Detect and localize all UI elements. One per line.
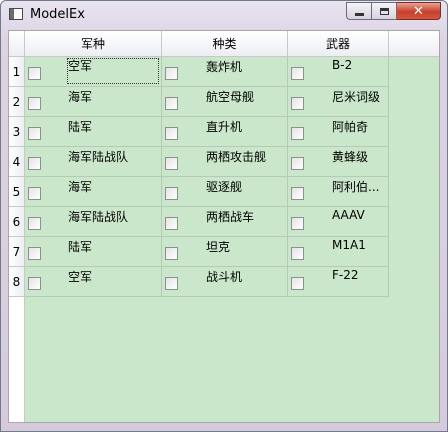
table-cell-weapon[interactable]: 尼米词级: [288, 87, 389, 117]
maximize-icon: [379, 7, 389, 15]
cell-text: 海军: [68, 180, 93, 194]
cell-text: 陆军: [68, 240, 93, 254]
table-cell-branch[interactable]: 空军: [25, 267, 162, 297]
table-cell-branch[interactable]: 陆军: [25, 237, 162, 267]
row-header[interactable]: 1: [9, 57, 25, 87]
close-icon: ✕: [413, 3, 424, 19]
cell-checkbox[interactable]: [165, 277, 178, 290]
cell-checkbox[interactable]: [28, 277, 41, 290]
cell-text: 坦克: [206, 240, 231, 254]
row-header[interactable]: 5: [9, 177, 25, 207]
column-header-type[interactable]: 种类: [162, 31, 288, 57]
cell-text: 航空母舰: [206, 90, 255, 104]
minimize-icon: [354, 12, 364, 16]
cell-text: 黄蜂级: [332, 150, 369, 164]
caption-buttons: ✕: [346, 2, 441, 20]
table-cell-type[interactable]: 直升机: [162, 117, 288, 147]
table-cell-branch[interactable]: 海军: [25, 177, 162, 207]
cell-text: 空军: [68, 270, 93, 284]
header-filler: [389, 31, 439, 57]
cell-text: 两栖攻击舰: [206, 150, 267, 164]
cell-checkbox[interactable]: [28, 67, 41, 80]
cell-text: AAAV: [332, 208, 365, 222]
close-button[interactable]: ✕: [397, 2, 441, 20]
table-view[interactable]: 军种 种类 武器 1 空军 轰炸机 B-2 2 海军 航空母舰 尼米词级 3 陆军 直升机 阿帕奇 4 海…: [8, 30, 440, 423]
cell-text: 海军: [68, 90, 93, 104]
cell-text: 战斗机: [206, 270, 243, 284]
cell-text: 空军: [66, 57, 160, 85]
cell-text: 轰炸机: [206, 60, 243, 74]
cell-checkbox[interactable]: [28, 157, 41, 170]
cell-checkbox[interactable]: [28, 97, 41, 110]
cell-checkbox[interactable]: [28, 217, 41, 230]
maximize-button[interactable]: [372, 2, 397, 20]
table-cell-type[interactable]: 坦克: [162, 237, 288, 267]
row-header[interactable]: 8: [9, 267, 25, 297]
cell-checkbox[interactable]: [291, 277, 304, 290]
table-cell-weapon[interactable]: F-22: [288, 267, 389, 297]
table-cell-branch[interactable]: 陆军: [25, 117, 162, 147]
cell-checkbox[interactable]: [28, 247, 41, 260]
cell-checkbox[interactable]: [165, 187, 178, 200]
cell-checkbox[interactable]: [165, 247, 178, 260]
main-window: ModelEx ✕ 军种 种类 武器 1 空军 轰炸机 B-2 2 海军 航空母舰 尼米词级 3…: [0, 0, 448, 432]
cell-checkbox[interactable]: [165, 127, 178, 140]
cell-text: 海军陆战队: [68, 210, 129, 224]
cell-text: 尼米词级: [332, 90, 381, 104]
table-cell-weapon[interactable]: B-2: [288, 57, 389, 87]
row-header-filler: [9, 297, 25, 422]
table-cell-type[interactable]: 战斗机: [162, 267, 288, 297]
table-cell-weapon[interactable]: 阿帕奇: [288, 117, 389, 147]
row-header[interactable]: 3: [9, 117, 25, 147]
title-bar[interactable]: ModelEx ✕: [1, 1, 447, 29]
minimize-button[interactable]: [346, 2, 372, 20]
cell-text: 两栖战车: [206, 210, 255, 224]
table-cell-type[interactable]: 两栖攻击舰: [162, 147, 288, 177]
row-header[interactable]: 2: [9, 87, 25, 117]
cell-text: 直升机: [206, 120, 243, 134]
cell-checkbox[interactable]: [291, 247, 304, 260]
table-cell-weapon[interactable]: 阿利伯...: [288, 177, 389, 207]
cell-checkbox[interactable]: [28, 127, 41, 140]
table-cell-type[interactable]: 轰炸机: [162, 57, 288, 87]
cell-checkbox[interactable]: [28, 187, 41, 200]
cell-checkbox[interactable]: [165, 217, 178, 230]
table-cell-type[interactable]: 两栖战车: [162, 207, 288, 237]
cell-checkbox[interactable]: [291, 67, 304, 80]
table-cell-type[interactable]: 航空母舰: [162, 87, 288, 117]
column-header-weapon[interactable]: 武器: [288, 31, 389, 57]
cell-text: M1A1: [332, 238, 366, 252]
cell-text: 海军陆战队: [68, 150, 129, 164]
table-cell-weapon[interactable]: AAAV: [288, 207, 389, 237]
cell-text: B-2: [332, 58, 353, 72]
table-cell-branch[interactable]: 海军: [25, 87, 162, 117]
cell-checkbox[interactable]: [291, 157, 304, 170]
cell-text: F-22: [332, 268, 359, 282]
cell-checkbox[interactable]: [165, 97, 178, 110]
table-cell-branch[interactable]: 空军: [25, 57, 162, 87]
cell-text: 驱逐舰: [206, 180, 243, 194]
app-window-icon: [9, 8, 23, 20]
cell-checkbox[interactable]: [291, 187, 304, 200]
cell-checkbox[interactable]: [291, 217, 304, 230]
table-cell-weapon[interactable]: M1A1: [288, 237, 389, 267]
row-header[interactable]: 6: [9, 207, 25, 237]
table-corner-button[interactable]: [9, 31, 25, 57]
row-header[interactable]: 7: [9, 237, 25, 267]
table-cell-branch[interactable]: 海军陆战队: [25, 147, 162, 177]
table-cell-type[interactable]: 驱逐舰: [162, 177, 288, 207]
cell-checkbox[interactable]: [291, 97, 304, 110]
cell-text: 阿利伯...: [332, 180, 380, 194]
cell-checkbox[interactable]: [165, 67, 178, 80]
cell-text: 阿帕奇: [332, 120, 369, 134]
table-cell-weapon[interactable]: 黄蜂级: [288, 147, 389, 177]
cell-text: 陆军: [68, 120, 93, 134]
row-header[interactable]: 4: [9, 147, 25, 177]
window-title: ModelEx: [30, 7, 85, 22]
table-cell-branch[interactable]: 海军陆战队: [25, 207, 162, 237]
cell-checkbox[interactable]: [291, 127, 304, 140]
cell-checkbox[interactable]: [165, 157, 178, 170]
column-header-branch[interactable]: 军种: [25, 31, 162, 57]
